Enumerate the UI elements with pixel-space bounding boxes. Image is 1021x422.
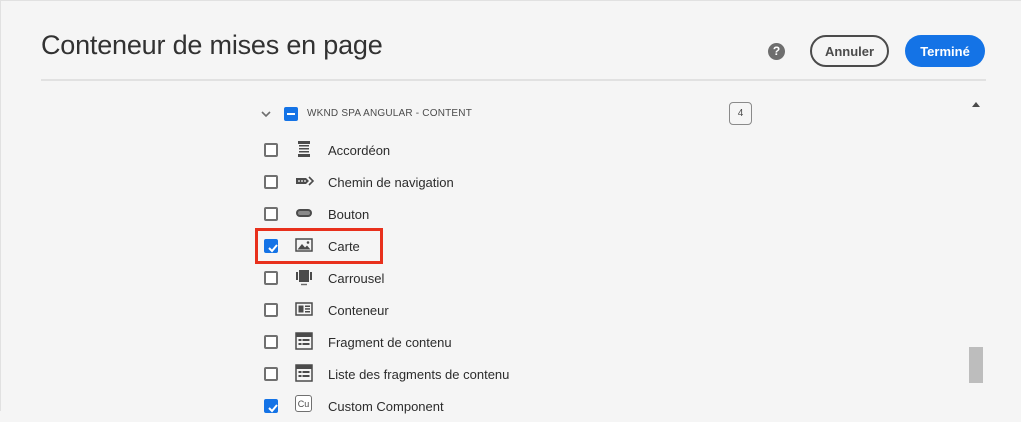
custom-component-icon: Cu	[295, 395, 312, 412]
component-label: Fragment de contenu	[328, 335, 452, 350]
done-button[interactable]: Terminé	[905, 35, 985, 67]
component-checkbox[interactable]	[264, 335, 278, 349]
component-row[interactable]: Conteneur	[0, 294, 960, 326]
help-icon[interactable]: ?	[768, 43, 785, 60]
selection-highlight	[255, 228, 383, 264]
component-checkbox[interactable]	[264, 143, 278, 157]
component-checkbox[interactable]	[264, 303, 278, 317]
component-label: Custom Component	[328, 399, 444, 414]
component-label: Liste des fragments de contenu	[328, 367, 510, 382]
header-divider	[41, 79, 986, 81]
component-row[interactable]: Cu Custom Component	[0, 390, 960, 422]
dialog-title: Conteneur de mises en page	[41, 30, 383, 60]
custom-component-icon-text: Cu	[297, 398, 310, 409]
component-label: Chemin de navigation	[328, 175, 454, 190]
component-label: Conteneur	[328, 303, 389, 318]
scroll-up-arrow[interactable]	[972, 102, 980, 107]
component-row[interactable]: Carrousel	[0, 262, 960, 294]
component-row[interactable]: Accordéon	[0, 134, 960, 166]
component-checkbox[interactable]	[264, 175, 278, 189]
component-checkbox[interactable]	[264, 207, 278, 221]
group-count-badge: 4	[729, 102, 752, 125]
component-row[interactable]: Fragment de contenu	[0, 326, 960, 358]
content-fragment-icon	[295, 332, 313, 350]
group-checkbox[interactable]	[284, 107, 298, 121]
accordion-icon	[295, 140, 313, 158]
content-fragment-list-icon	[295, 364, 313, 382]
component-row[interactable]: Carte	[0, 230, 960, 262]
component-row[interactable]: Bouton	[0, 198, 960, 230]
component-checkbox[interactable]	[264, 271, 278, 285]
component-label: Bouton	[328, 207, 370, 222]
component-checkbox[interactable]	[264, 367, 278, 381]
component-label: Carrousel	[328, 271, 385, 286]
button-icon	[295, 204, 313, 222]
carousel-icon	[295, 268, 313, 286]
chevron-down-icon[interactable]	[261, 109, 271, 119]
component-label: Accordéon	[328, 143, 391, 158]
component-row[interactable]: Chemin de navigation	[0, 166, 960, 198]
scrollbar-thumb[interactable]	[969, 347, 983, 383]
component-row[interactable]: Liste des fragments de contenu	[0, 358, 960, 390]
group-label: WKND SPA ANGULAR - CONTENT	[307, 108, 473, 119]
container-icon	[295, 300, 313, 318]
cancel-button[interactable]: Annuler	[810, 35, 889, 67]
breadcrumb-icon	[295, 172, 315, 190]
